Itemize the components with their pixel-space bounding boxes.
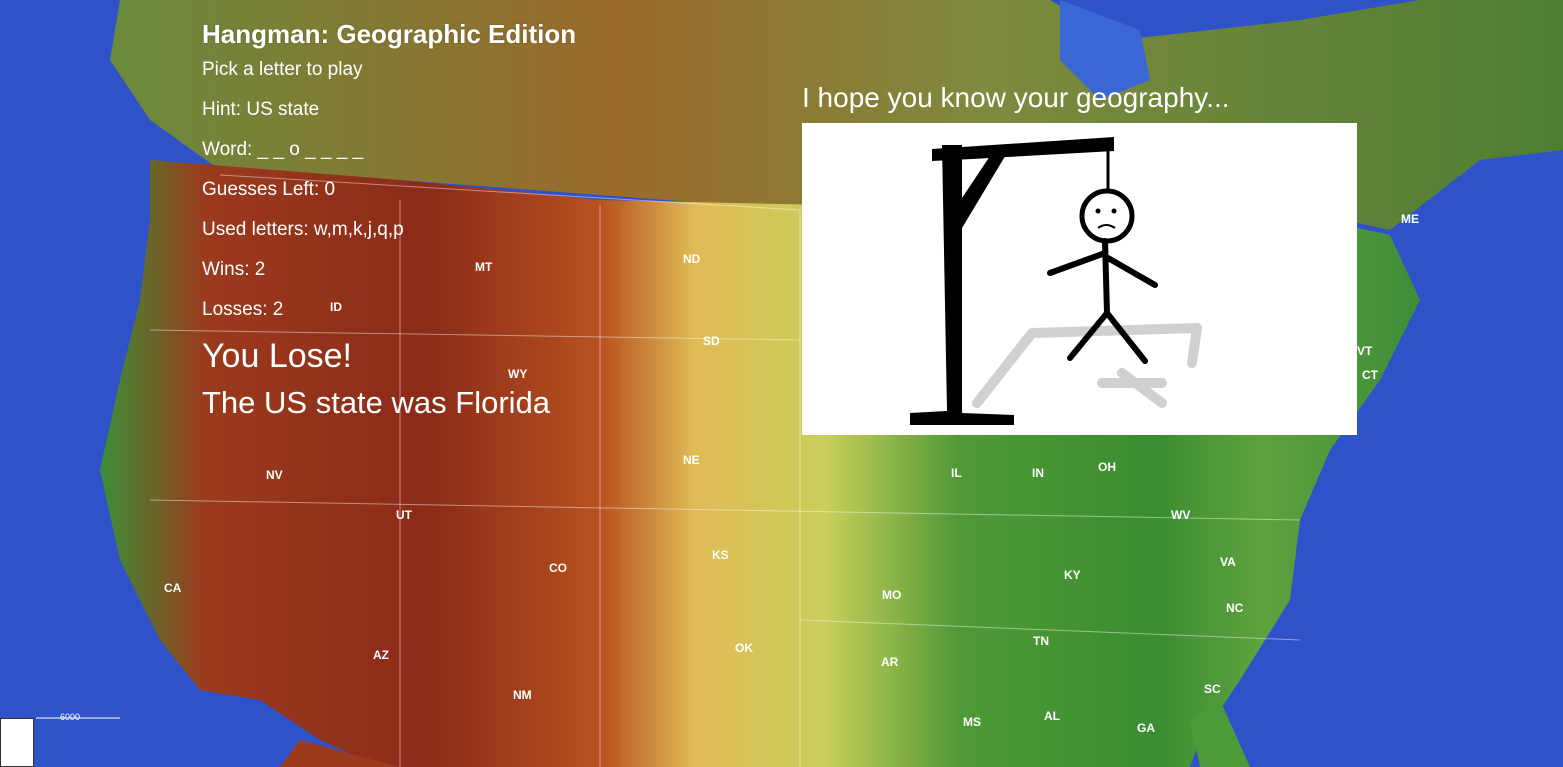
map-label: KS <box>712 548 729 562</box>
map-label: AZ <box>373 648 389 662</box>
map-label: OH <box>1098 460 1116 474</box>
wins-count: Wins: 2 <box>202 259 266 280</box>
instruction-text: Pick a letter to play <box>202 59 363 80</box>
map-label: MS <box>963 715 981 729</box>
guesses-left: Guesses Left: 0 <box>202 179 336 200</box>
tagline: I hope you know your geography... <box>802 82 1230 113</box>
used-letters: Used letters: w,m,k,j,q,p <box>202 219 404 240</box>
map-label: MO <box>882 588 902 602</box>
map-label: CA <box>164 581 182 595</box>
map-label: WV <box>1171 508 1191 522</box>
map-label: NE <box>683 453 700 467</box>
hangman-figure-icon <box>910 137 1202 425</box>
map-label: NV <box>266 468 283 482</box>
word-display: Word: _ _ o _ _ _ _ <box>202 139 364 160</box>
map-label: GA <box>1137 721 1155 735</box>
map-scale-label: 6000 <box>60 712 81 722</box>
map-label: AR <box>881 655 899 669</box>
map-label: OK <box>735 641 753 655</box>
map-label: AL <box>1044 709 1060 723</box>
map-label: NM <box>513 688 532 702</box>
map-legend-box <box>0 718 34 767</box>
answer-message: The US state was Florida <box>202 385 551 420</box>
map-label: CO <box>549 561 567 575</box>
map-label: KY <box>1064 568 1081 582</box>
losses-count: Losses: 2 <box>202 299 284 320</box>
map-label: IN <box>1032 466 1044 480</box>
map-label: SC <box>1204 682 1221 696</box>
map-label: VA <box>1220 555 1236 569</box>
hangman-image <box>802 123 1357 435</box>
result-message: You Lose! <box>202 337 352 375</box>
map-label: IL <box>951 466 962 480</box>
map-label: NC <box>1226 601 1244 615</box>
hint-text: Hint: US state <box>202 99 320 120</box>
game-info: Hangman: Geographic Edition Pick a lette… <box>202 18 762 424</box>
hangman-panel: I hope you know your geography... <box>802 78 1358 435</box>
map-label: ME <box>1401 212 1419 226</box>
map-label: TN <box>1033 634 1049 648</box>
map-label: UT <box>396 508 412 522</box>
map-label: VT <box>1357 344 1373 358</box>
map-label: CT <box>1362 368 1378 382</box>
page-title: Hangman: Geographic Edition <box>202 19 577 49</box>
